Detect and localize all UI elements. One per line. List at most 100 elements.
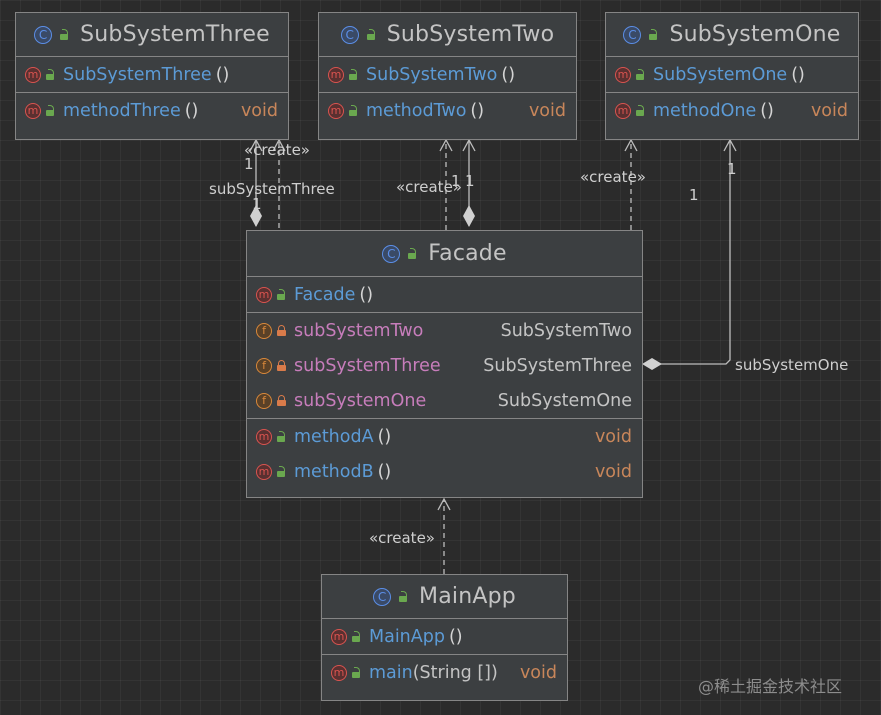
field-icon: f bbox=[256, 357, 272, 374]
class-title: Facade bbox=[428, 241, 507, 266]
class-header: C Facade bbox=[247, 231, 642, 277]
class-icon: C bbox=[382, 244, 401, 263]
multiplicity-two-a: 1 bbox=[451, 172, 461, 190]
field-icon: f bbox=[256, 392, 272, 409]
class-header: C SubSystemOne bbox=[606, 13, 858, 57]
create-label-one: «create» bbox=[580, 168, 646, 186]
method-row[interactable]: m methodA () void bbox=[247, 419, 642, 454]
lock-icon bbox=[277, 359, 287, 372]
class-title: SubSystemTwo bbox=[386, 22, 555, 47]
method-name: methodA bbox=[294, 426, 374, 447]
method-name: methodB bbox=[294, 461, 374, 482]
lock-icon bbox=[277, 324, 287, 337]
constructor-name: SubSystemThree bbox=[63, 64, 212, 85]
arrowhead-two-association bbox=[462, 138, 476, 152]
create-label-three: «create» bbox=[244, 141, 310, 159]
class-box-mainapp[interactable]: C MainApp m MainApp () m main (String []… bbox=[321, 574, 568, 701]
open-lock-icon bbox=[277, 465, 287, 478]
class-header: C MainApp bbox=[322, 575, 567, 619]
method-icon: m bbox=[256, 463, 272, 480]
constructors-section: m MainApp () bbox=[322, 619, 567, 655]
field-row[interactable]: f subSystemThree SubSystemThree bbox=[247, 348, 642, 383]
method-params: () bbox=[377, 461, 392, 482]
open-lock-icon bbox=[46, 68, 56, 81]
return-type: void bbox=[594, 426, 632, 447]
constructor-params: () bbox=[791, 64, 805, 85]
method-params: () bbox=[377, 426, 392, 447]
class-box-subsystemthree[interactable]: C SubSystemThree m SubSystemThree () m m… bbox=[15, 12, 289, 140]
field-name: subSystemThree bbox=[294, 355, 441, 376]
methods-section: m methodThree () void bbox=[16, 93, 288, 128]
method-row[interactable]: m main (String []) void bbox=[322, 655, 567, 690]
lock-icon bbox=[277, 394, 287, 407]
edge-facade-one-association bbox=[660, 141, 731, 365]
arrowhead-two-create bbox=[439, 138, 453, 152]
method-icon: m bbox=[331, 664, 347, 681]
method-name: methodThree bbox=[63, 100, 181, 121]
methods-section: m methodOne () void bbox=[606, 93, 858, 128]
role-label-one: subSystemOne bbox=[735, 356, 849, 374]
field-row[interactable]: f subSystemTwo SubSystemTwo bbox=[247, 313, 642, 348]
constructor-params: () bbox=[215, 64, 230, 85]
open-lock-icon bbox=[352, 630, 362, 643]
class-icon: C bbox=[623, 25, 642, 44]
method-params: () bbox=[470, 100, 485, 121]
methods-section: m main (String []) void bbox=[322, 655, 567, 690]
open-lock-icon bbox=[352, 666, 362, 679]
arrowhead-one-association bbox=[723, 138, 737, 152]
method-icon: m bbox=[331, 628, 347, 645]
methods-section: m methodA () void m methodB () void bbox=[247, 419, 642, 489]
constructor-params: () bbox=[359, 284, 374, 305]
field-type: SubSystemThree bbox=[483, 355, 632, 376]
field-type: SubSystemOne bbox=[497, 390, 632, 411]
constructors-section: m SubSystemThree () bbox=[16, 57, 288, 93]
class-icon: C bbox=[340, 25, 359, 44]
constructors-section: m SubSystemOne () bbox=[606, 57, 858, 93]
class-icon: C bbox=[34, 25, 53, 44]
method-params: () bbox=[760, 100, 774, 121]
constructor-row[interactable]: m MainApp () bbox=[322, 619, 567, 654]
constructors-section: m Facade () bbox=[247, 277, 642, 313]
constructors-section: m SubSystemTwo () bbox=[319, 57, 576, 93]
class-title: MainApp bbox=[419, 584, 516, 609]
multiplicity-three-top: 1 bbox=[244, 155, 254, 173]
method-icon: m bbox=[25, 66, 41, 83]
method-row[interactable]: m methodTwo () void bbox=[319, 93, 576, 128]
return-type: void bbox=[240, 100, 278, 121]
open-lock-icon bbox=[408, 247, 418, 260]
method-params: () bbox=[184, 100, 199, 121]
constructor-row[interactable]: m SubSystemTwo () bbox=[319, 57, 576, 92]
methods-section: m methodTwo () void bbox=[319, 93, 576, 128]
class-title: SubSystemOne bbox=[669, 22, 841, 47]
field-type: SubSystemTwo bbox=[500, 320, 632, 341]
open-lock-icon bbox=[277, 430, 287, 443]
return-type: void bbox=[528, 100, 566, 121]
multiplicity-one-side: 1 bbox=[689, 186, 699, 204]
class-header: C SubSystemTwo bbox=[319, 13, 576, 57]
field-name: subSystemTwo bbox=[294, 320, 424, 341]
field-row[interactable]: f subSystemOne SubSystemOne bbox=[247, 383, 642, 418]
method-row[interactable]: m methodThree () void bbox=[16, 93, 288, 128]
open-lock-icon bbox=[60, 28, 70, 41]
method-row[interactable]: m methodOne () void bbox=[606, 93, 858, 128]
open-lock-icon bbox=[649, 28, 659, 41]
class-box-subsystemtwo[interactable]: C SubSystemTwo m SubSystemTwo () m metho… bbox=[318, 12, 577, 140]
constructor-row[interactable]: m SubSystemThree () bbox=[16, 57, 288, 92]
class-box-subsystemone[interactable]: C SubSystemOne m SubSystemOne () m metho… bbox=[605, 12, 859, 140]
watermark: @稀土掘金技术社区 bbox=[698, 677, 843, 696]
composition-diamond-two bbox=[463, 205, 475, 227]
method-icon: m bbox=[615, 66, 631, 83]
role-label-three: subSystemThree bbox=[209, 180, 335, 198]
field-icon: f bbox=[256, 322, 272, 339]
constructor-name: Facade bbox=[294, 284, 356, 305]
open-lock-icon bbox=[366, 28, 377, 41]
method-row[interactable]: m methodB () void bbox=[247, 454, 642, 489]
constructor-params: () bbox=[501, 64, 516, 85]
class-box-facade[interactable]: C Facade m Facade () f subSystemTwo SubS… bbox=[246, 230, 643, 498]
class-header: C SubSystemThree bbox=[16, 13, 288, 57]
constructor-row[interactable]: m Facade () bbox=[247, 277, 642, 312]
open-lock-icon bbox=[349, 104, 359, 117]
constructor-name: SubSystemOne bbox=[653, 64, 788, 85]
constructor-row[interactable]: m SubSystemOne () bbox=[606, 57, 858, 92]
constructor-params: () bbox=[448, 626, 463, 647]
